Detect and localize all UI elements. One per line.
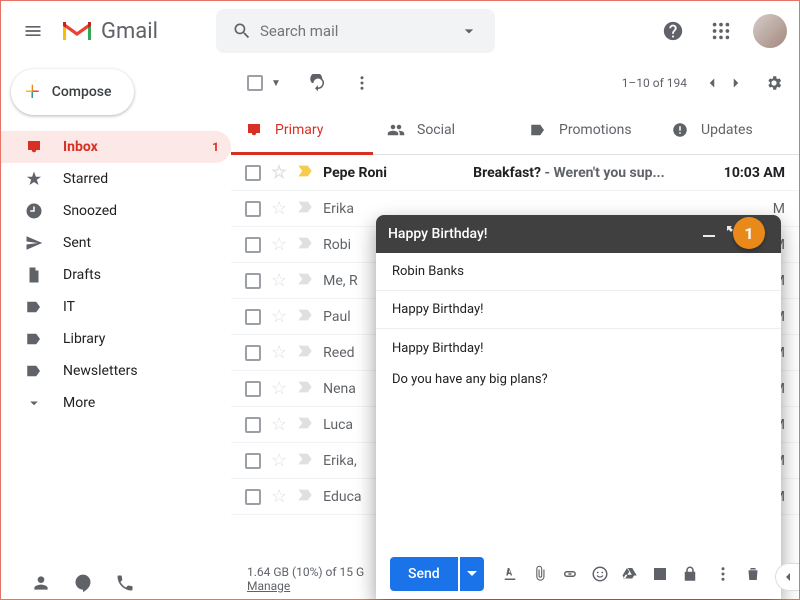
prev-page-icon[interactable] [703,74,721,92]
important-icon[interactable] [297,452,313,470]
pager-text: 1–10 of 194 [622,76,687,90]
send-options-button[interactable] [460,557,484,591]
help-button[interactable] [653,11,693,51]
clock-icon [25,202,45,220]
file-icon [25,266,45,284]
label-icon [25,362,45,380]
sidebar-item-snoozed[interactable]: Snoozed [1,195,231,227]
sidebar-item-library[interactable]: Library [1,323,231,355]
star-icon [25,170,45,188]
search-options-icon[interactable] [459,21,479,41]
menu-button[interactable] [13,11,53,51]
star-icon[interactable]: ☆ [271,162,287,183]
important-icon[interactable] [297,164,313,182]
message-checkbox[interactable] [245,417,261,433]
next-page-icon[interactable] [727,74,745,92]
search-bar[interactable] [216,9,495,53]
more-icon[interactable] [353,74,371,92]
sidebar-item-drafts[interactable]: Drafts [1,259,231,291]
label-icon [25,298,45,316]
important-icon[interactable] [297,200,313,218]
refresh-icon[interactable] [309,74,327,92]
account-avatar[interactable] [753,14,787,48]
important-icon[interactable] [297,416,313,434]
app-name: Gmail [101,19,158,44]
compose-label: Compose [52,84,112,100]
phone-icon[interactable] [115,573,135,593]
lock-icon[interactable] [676,560,704,588]
plus-icon: + [25,77,40,107]
manage-link[interactable]: Manage [247,579,290,593]
emoji-icon[interactable] [586,560,614,588]
important-icon[interactable] [297,380,313,398]
sidebar-item-newsletters[interactable]: Newsletters [1,355,231,387]
sidebar-item-inbox[interactable]: Inbox1 [1,131,231,163]
select-dropdown-icon[interactable]: ▼ [271,78,281,89]
search-input[interactable] [260,22,459,40]
subject-field[interactable]: Happy Birthday! [376,291,781,329]
star-icon[interactable]: ☆ [271,198,287,219]
side-panel-toggle[interactable] [775,563,799,591]
send-button[interactable]: Send [390,557,458,591]
star-icon[interactable]: ☆ [271,486,287,507]
callout-badge: 1 [733,217,765,249]
sidebar-item-it[interactable]: IT [1,291,231,323]
apps-button[interactable] [701,11,741,51]
important-icon[interactable] [297,236,313,254]
inbox-icon [25,138,45,156]
link-icon[interactable] [556,560,584,588]
message-checkbox[interactable] [245,453,261,469]
star-icon[interactable]: ☆ [271,414,287,435]
message-row[interactable]: ☆Pepe RoniBreakfast? - Weren't you sup..… [231,155,799,191]
caret-icon [25,394,45,412]
message-checkbox[interactable] [245,489,261,505]
sidebar-item-starred[interactable]: Starred [1,163,231,195]
star-icon[interactable]: ☆ [271,342,287,363]
star-icon[interactable]: ☆ [271,306,287,327]
message-checkbox[interactable] [245,165,261,181]
label-icon [25,330,45,348]
message-checkbox[interactable] [245,309,261,325]
hangouts-icon[interactable] [73,573,93,593]
contacts-icon[interactable] [31,573,51,593]
tab-primary[interactable]: Primary [231,105,373,154]
to-field[interactable]: Robin Banks [376,253,781,291]
message-checkbox[interactable] [245,273,261,289]
settings-icon[interactable] [765,74,783,92]
compose-title: Happy Birthday! [388,226,697,242]
important-icon[interactable] [297,488,313,506]
search-icon [232,21,252,41]
sidebar-item-sent[interactable]: Sent [1,227,231,259]
photo-icon[interactable] [646,560,674,588]
tab-promotions[interactable]: Promotions [515,105,657,154]
delete-icon[interactable] [739,560,767,588]
important-icon[interactable] [297,308,313,326]
star-icon[interactable]: ☆ [271,378,287,399]
minimize-icon[interactable] [697,226,721,242]
compose-button[interactable]: + Compose [11,69,134,115]
drive-icon[interactable] [616,560,644,588]
storage-text: 1.64 GB (10%) of 15 G [247,565,364,579]
important-icon[interactable] [297,272,313,290]
select-all-checkbox[interactable] [247,75,263,91]
send-icon [25,234,45,252]
sidebar-item-more[interactable]: More [1,387,231,419]
message-checkbox[interactable] [245,345,261,361]
compose-window: Happy Birthday! Robin Banks Happy Birthd… [376,215,781,599]
more-options-icon[interactable] [709,560,737,588]
message-checkbox[interactable] [245,381,261,397]
attach-icon[interactable] [526,560,554,588]
star-icon[interactable]: ☆ [271,234,287,255]
message-checkbox[interactable] [245,237,261,253]
message-checkbox[interactable] [245,201,261,217]
tab-social[interactable]: Social [373,105,515,154]
format-icon[interactable] [496,560,524,588]
important-icon[interactable] [297,344,313,362]
compose-body[interactable]: Happy Birthday! Do you have any big plan… [376,329,781,549]
tab-updates[interactable]: Updates [657,105,799,154]
star-icon[interactable]: ☆ [271,270,287,291]
star-icon[interactable]: ☆ [271,450,287,471]
gmail-logo-icon [61,19,93,43]
